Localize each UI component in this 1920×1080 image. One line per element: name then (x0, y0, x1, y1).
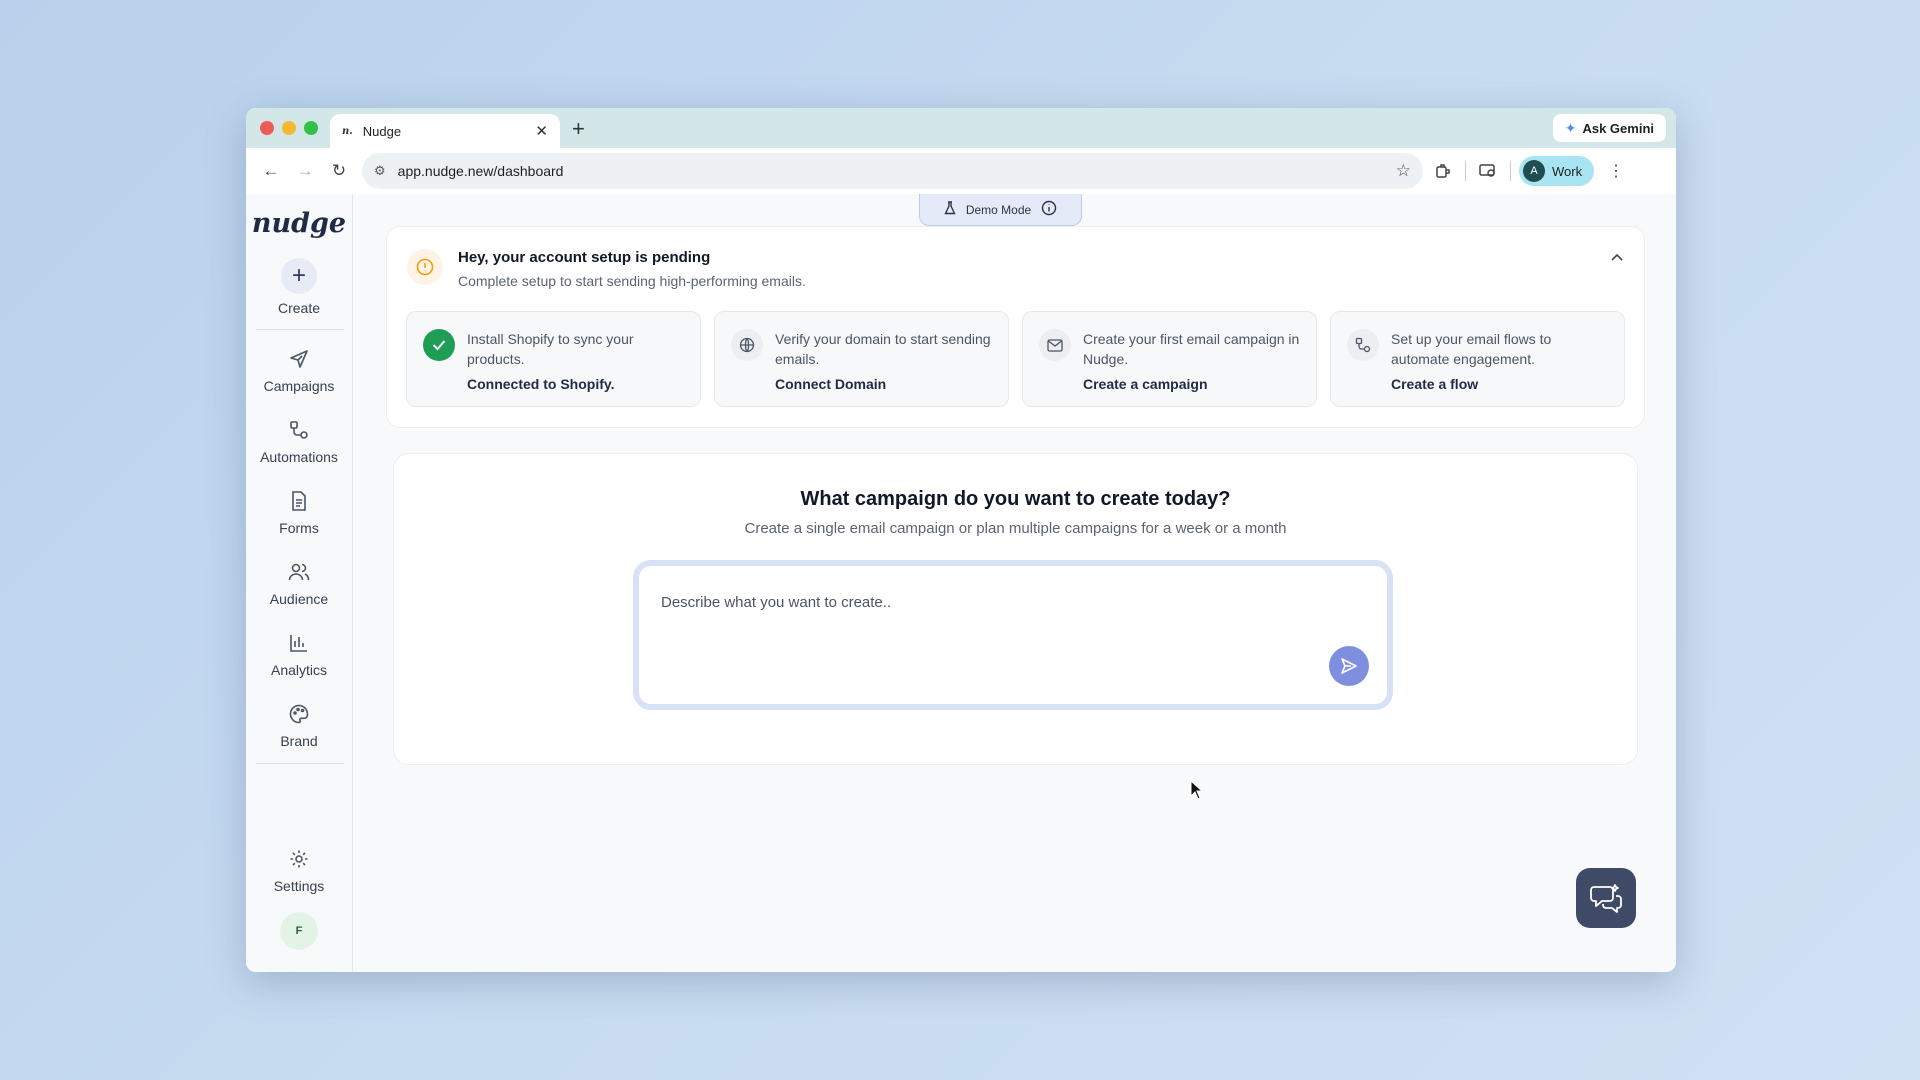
setup-pending-card: Hey, your account setup is pending Compl… (386, 226, 1645, 428)
setup-title: Hey, your account setup is pending (458, 249, 711, 266)
chat-icon (1590, 884, 1622, 913)
ask-gemini-button[interactable]: ✦ Ask Gemini (1552, 114, 1666, 142)
sidebar-item-automations[interactable]: Automations (246, 417, 352, 465)
info-icon[interactable] (1041, 200, 1057, 219)
create-campaign-link[interactable]: Create a campaign (1083, 376, 1208, 392)
setup-step-flow: Set up your email flows to automate enga… (1330, 311, 1625, 407)
chevron-up-icon[interactable] (1610, 249, 1624, 265)
cast-icon[interactable] (1468, 154, 1508, 188)
step-description: Create your first email campaign in Nudg… (1083, 331, 1300, 367)
url-text[interactable]: app.nudge.new/dashboard (398, 163, 1396, 179)
back-icon[interactable]: ← (254, 154, 288, 188)
users-icon (246, 559, 352, 585)
create-flow-link[interactable]: Create a flow (1391, 376, 1478, 392)
send-icon (1341, 658, 1357, 674)
browser-toolbar: ← → ↻ ⚙ app.nudge.new/dashboard ☆ A Work… (246, 148, 1676, 194)
setup-step-shopify: Install Shopify to sync your products. C… (406, 311, 701, 407)
extensions-icon[interactable] (1423, 154, 1463, 188)
prompt-box (633, 560, 1393, 710)
gemini-sparkle-icon: ✦ (1564, 119, 1577, 136)
forward-icon[interactable]: → (288, 154, 322, 188)
plus-icon: + (281, 258, 317, 294)
reload-icon[interactable]: ↻ (322, 154, 356, 188)
profile-avatar: A (1523, 160, 1545, 182)
site-settings-icon[interactable]: ⚙ (374, 163, 386, 179)
sidebar: nudge + Create Campaigns Automations For… (246, 194, 353, 972)
sidebar-item-label: Brand (280, 733, 318, 749)
sidebar-item-forms[interactable]: Forms (246, 488, 352, 536)
address-bar[interactable]: ⚙ app.nudge.new/dashboard ☆ (362, 153, 1423, 189)
setup-step-campaign: Create your first email campaign in Nudg… (1022, 311, 1317, 407)
sidebar-item-label: Settings (273, 878, 325, 894)
palette-icon (246, 701, 352, 727)
sidebar-item-brand[interactable]: Brand (246, 701, 352, 749)
nudge-logo[interactable]: nudge (246, 208, 352, 239)
sidebar-item-audience[interactable]: Audience (246, 559, 352, 607)
create-subtitle: Create a single email campaign or plan m… (744, 520, 1287, 537)
flow-icon (246, 417, 352, 443)
sidebar-item-label: Campaigns (263, 378, 335, 394)
browser-menu-icon[interactable]: ⋮ (1608, 161, 1624, 181)
bar-chart-icon (246, 630, 352, 656)
step-description: Set up your email flows to automate enga… (1391, 331, 1552, 367)
close-tab-icon[interactable]: ✕ (535, 122, 548, 140)
toolbar-divider (1510, 161, 1511, 181)
sidebar-divider (256, 763, 344, 764)
minimize-window-button[interactable] (282, 121, 296, 135)
tab-nudge[interactable]: n. Nudge ✕ (330, 114, 560, 148)
sidebar-item-analytics[interactable]: Analytics (246, 630, 352, 678)
send-button[interactable] (1329, 646, 1369, 686)
sidebar-item-label: Automations (260, 449, 338, 465)
browser-window: n. Nudge ✕ + ✦ Ask Gemini ← → ↻ ⚙ app.nu… (246, 108, 1676, 972)
globe-icon (731, 329, 763, 361)
create-title: What campaign do you want to create toda… (800, 488, 1231, 510)
bookmark-star-icon[interactable]: ☆ (1396, 161, 1411, 181)
mouse-cursor-icon (1190, 779, 1204, 805)
connect-domain-link[interactable]: Connect Domain (775, 376, 886, 392)
app-area: nudge + Create Campaigns Automations For… (246, 194, 1676, 972)
flow-icon (1347, 329, 1379, 361)
sidebar-item-campaigns[interactable]: Campaigns (246, 346, 352, 394)
send-icon (246, 346, 352, 372)
create-campaign-card: What campaign do you want to create toda… (393, 453, 1638, 765)
sidebar-item-label: Forms (279, 520, 319, 536)
check-icon (423, 329, 455, 361)
sidebar-divider (256, 329, 344, 330)
maximize-window-button[interactable] (304, 121, 318, 135)
campaign-prompt-input[interactable] (639, 566, 1387, 704)
step-description: Verify your domain to start sending emai… (775, 331, 991, 367)
nudge-favicon-icon: n. (342, 125, 353, 137)
ask-gemini-label: Ask Gemini (1582, 120, 1654, 136)
tab-strip: n. Nudge ✕ + ✦ Ask Gemini (246, 108, 1676, 148)
demo-mode-badge[interactable]: Demo Mode (919, 194, 1082, 226)
tab-title: Nudge (362, 123, 402, 139)
profile-label: Work (1552, 163, 1583, 179)
mail-icon (1039, 329, 1071, 361)
demo-mode-label: Demo Mode (965, 202, 1032, 217)
step-description: Install Shopify to sync your products. (467, 331, 634, 367)
flask-icon (944, 201, 956, 218)
close-window-button[interactable] (260, 121, 274, 135)
new-tab-icon[interactable]: + (572, 116, 585, 142)
sidebar-item-settings[interactable]: Settings (246, 846, 352, 894)
chat-support-button[interactable] (1576, 868, 1636, 928)
step-link-shopify[interactable]: Connected to Shopify. (467, 376, 615, 392)
setup-subtitle: Complete setup to start sending high-per… (458, 273, 806, 289)
sidebar-item-label: Analytics (270, 662, 328, 678)
warning-icon (407, 249, 443, 285)
profile-button[interactable]: A Work (1519, 156, 1595, 186)
user-avatar[interactable]: F (280, 912, 318, 950)
toolbar-divider (1465, 161, 1466, 181)
document-icon (246, 488, 352, 514)
setup-step-domain: Verify your domain to start sending emai… (714, 311, 1009, 407)
sidebar-item-label: Audience (269, 591, 329, 607)
sidebar-item-create[interactable]: + Create (246, 258, 352, 316)
sidebar-item-label: Create (277, 300, 321, 316)
gear-icon (246, 846, 352, 872)
